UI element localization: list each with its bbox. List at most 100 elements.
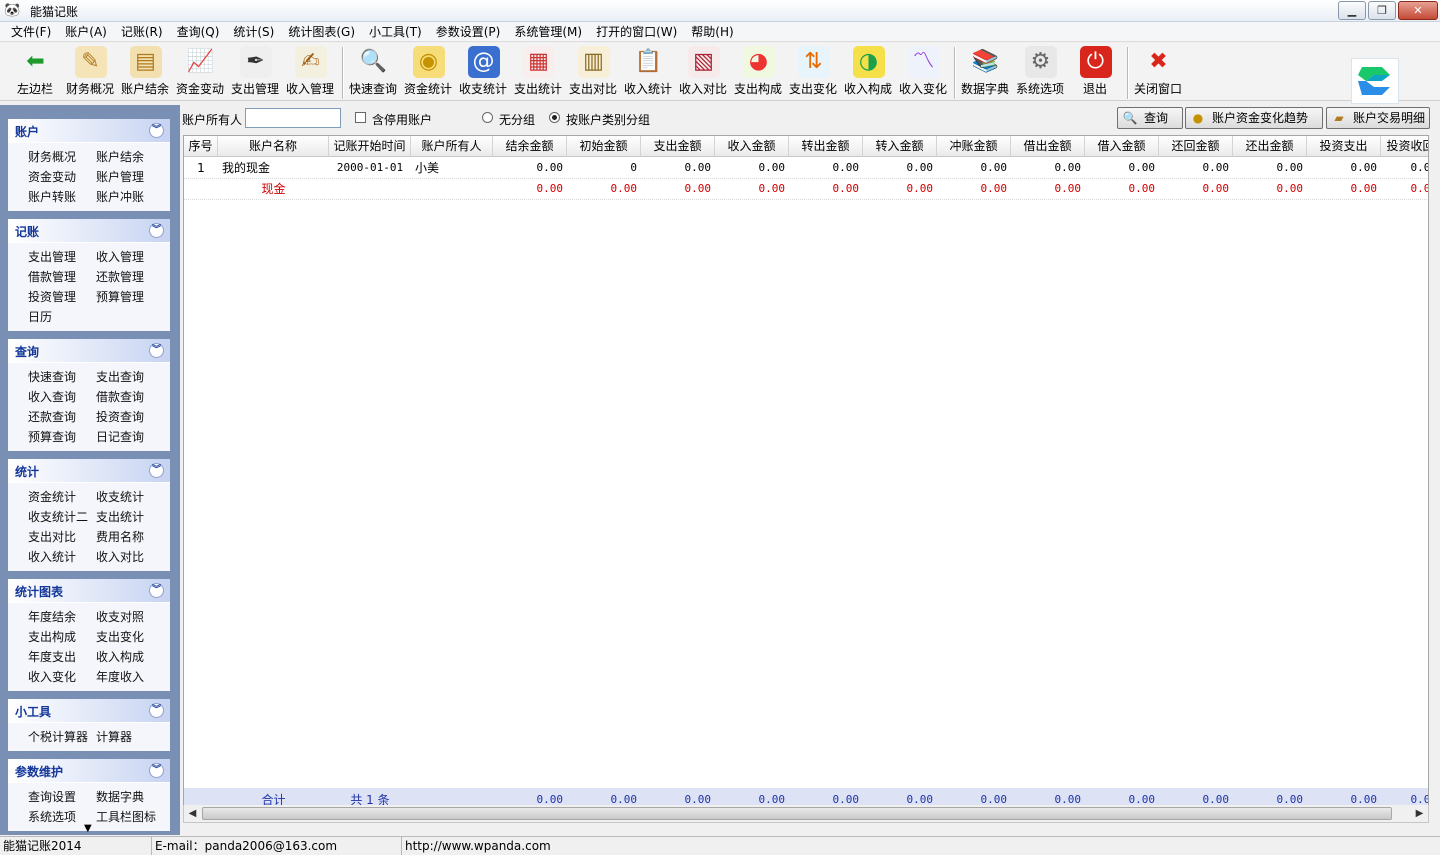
sidebar-item[interactable]: 收支对照 <box>96 609 164 625</box>
sidebar-item[interactable]: 收入管理 <box>96 249 164 265</box>
sidebar-item[interactable]: 还款查询 <box>28 409 96 425</box>
sidebar-item[interactable]: 财务概况 <box>28 149 96 165</box>
column-header[interactable]: 结余金额 <box>493 136 567 157</box>
sidebar-item[interactable]: 收支统计 <box>96 489 164 505</box>
toolbar-button-group1-1[interactable]: ✎ 财务概况 <box>63 45 118 99</box>
menu-item-3[interactable]: 查询(Q) <box>170 22 227 42</box>
toolbar-button-group2-2[interactable]: @ 收支统计 <box>456 45 511 99</box>
toolbar-button-group2-8[interactable]: ⇅ 支出变化 <box>786 45 841 99</box>
sidebar-item[interactable]: 数据字典 <box>96 789 164 805</box>
column-header[interactable]: 借出金额 <box>1011 136 1085 157</box>
scroll-right-icon[interactable]: ▶ <box>1411 805 1428 822</box>
toolbar-button-group2-9[interactable]: ◑ 收入构成 <box>841 45 896 99</box>
menu-item-2[interactable]: 记账(R) <box>114 22 170 42</box>
sidebar-group-header[interactable]: 统计图表 ︾ <box>8 579 170 603</box>
minimize-icon[interactable]: ▁ <box>1338 1 1366 20</box>
toolbar-button-group4-0[interactable]: ✖ 关闭窗口 <box>1131 45 1186 99</box>
sidebar-scroll-down-icon[interactable]: ▼ <box>84 823 92 834</box>
toolbar-button-group3-0[interactable]: 📚 数据字典 <box>958 45 1013 99</box>
toolbar-button-group2-1[interactable]: ◉ 资金统计 <box>401 45 456 99</box>
sidebar-item[interactable]: 账户管理 <box>96 169 164 185</box>
sidebar-item[interactable]: 查询设置 <box>28 789 96 805</box>
sidebar-group-header[interactable]: 小工具 ︾ <box>8 699 170 723</box>
sidebar-item[interactable]: 投资管理 <box>28 289 96 305</box>
sidebar-item[interactable]: 日记查询 <box>96 429 164 445</box>
sidebar-item[interactable]: 资金变动 <box>28 169 96 185</box>
toolbar-button-group1-3[interactable]: 📈 资金变动 <box>173 45 228 99</box>
sidebar-item[interactable]: 收入变化 <box>28 669 96 685</box>
menu-item-8[interactable]: 系统管理(M) <box>507 22 589 42</box>
menu-item-7[interactable]: 参数设置(P) <box>429 22 508 42</box>
balance-trend-button[interactable]: ● 账户资金变化趋势 <box>1185 107 1323 129</box>
menu-item-5[interactable]: 统计图表(G) <box>281 22 362 42</box>
sidebar-item[interactable]: 年度支出 <box>28 649 96 665</box>
table-row[interactable]: 1 我的现金 2000-01-01 小美 0.00 0 0.00 0.00 0.00 0.00 0.… <box>184 158 1428 179</box>
collapse-chevron-icon[interactable]: ︾ <box>149 123 164 138</box>
column-header[interactable]: 转入金额 <box>863 136 937 157</box>
column-header[interactable]: 收入金额 <box>715 136 789 157</box>
sidebar-item[interactable]: 收入对比 <box>96 549 164 565</box>
sidebar-group-header[interactable]: 参数维护 ︾ <box>8 759 170 783</box>
menu-item-1[interactable]: 账户(A) <box>58 22 114 42</box>
toolbar-button-group2-10[interactable]: 〽收入变化 <box>896 45 951 99</box>
toolbar-button-group2-5[interactable]: 📋 收入统计 <box>621 45 676 99</box>
sidebar-item[interactable]: 账户冲账 <box>96 189 164 205</box>
collapse-chevron-icon[interactable]: ︾ <box>149 343 164 358</box>
sidebar-item[interactable]: 账户转账 <box>28 189 96 205</box>
collapse-chevron-icon[interactable]: ︾ <box>149 763 164 778</box>
toolbar-button-group3-2[interactable]: ⏻ 退出 <box>1068 45 1123 99</box>
sidebar-item[interactable]: 个税计算器 <box>28 729 96 745</box>
column-header[interactable]: 记账开始时间 <box>329 136 411 157</box>
maximize-icon[interactable]: ❐ <box>1368 1 1396 20</box>
column-header[interactable]: 序号 <box>184 136 218 157</box>
toolbar-button-group2-4[interactable]: ▥ 支出对比 <box>566 45 621 99</box>
column-header[interactable]: 还出金额 <box>1233 136 1307 157</box>
column-header[interactable]: 支出金额 <box>641 136 715 157</box>
toolbar-button-group1-2[interactable]: ▤ 账户结余 <box>118 45 173 99</box>
sidebar-item[interactable]: 收支统计二 <box>28 509 96 525</box>
collapse-chevron-icon[interactable]: ︾ <box>149 583 164 598</box>
sidebar-item[interactable]: 资金统计 <box>28 489 96 505</box>
toolbar-button-group1-5[interactable]: ✍ 收入管理 <box>283 45 338 99</box>
sidebar-group-header[interactable]: 统计 ︾ <box>8 459 170 483</box>
sidebar-item[interactable]: 借款查询 <box>96 389 164 405</box>
sidebar-item[interactable]: 支出对比 <box>28 529 96 545</box>
column-header[interactable]: 冲账金额 <box>937 136 1011 157</box>
sidebar-item[interactable]: 年度收入 <box>96 669 164 685</box>
scroll-thumb[interactable] <box>202 807 1392 820</box>
sidebar-item[interactable]: 支出变化 <box>96 629 164 645</box>
collapse-chevron-icon[interactable]: ︾ <box>149 463 164 478</box>
sidebar-item[interactable]: 支出构成 <box>28 629 96 645</box>
column-header[interactable]: 投资支出 <box>1307 136 1381 157</box>
toolbar-button-group2-6[interactable]: ▧ 收入对比 <box>676 45 731 99</box>
column-header[interactable]: 借入金额 <box>1085 136 1159 157</box>
horizontal-scrollbar[interactable]: ◀ ▶ <box>183 805 1429 823</box>
owner-input[interactable] <box>245 108 341 128</box>
scroll-left-icon[interactable]: ◀ <box>184 805 201 822</box>
sidebar-item[interactable]: 借款管理 <box>28 269 96 285</box>
include-disabled-checkbox[interactable] <box>355 112 366 123</box>
sidebar-item[interactable]: 日历 <box>28 309 96 325</box>
sidebar-group-header[interactable]: 记账 ︾ <box>8 219 170 243</box>
sidebar-item[interactable]: 投资查询 <box>96 409 164 425</box>
no-group-radio[interactable] <box>482 112 493 123</box>
sidebar-item[interactable]: 年度结余 <box>28 609 96 625</box>
toolbar-button-group2-0[interactable]: 🔍 快速查询 <box>346 45 401 99</box>
toolbar-button-group1-4[interactable]: ✒ 支出管理 <box>228 45 283 99</box>
sidebar-item[interactable]: 预算查询 <box>28 429 96 445</box>
toolbar-button-group1-0[interactable]: ⬅ 左边栏 <box>8 45 63 99</box>
sidebar-item[interactable]: 收入统计 <box>28 549 96 565</box>
account-grid[interactable]: 序号 账户名称 记账开始时间 账户所有人 结余金额 初始金额 支出金额 收入金额 转出金额 转入金… <box>183 135 1429 811</box>
column-header[interactable]: 账户所有人 <box>411 136 493 157</box>
table-subtotal-row[interactable]: 现金 0.00 0.00 0.00 0.00 0.00 0.00 0.00 0.00 0.00 0.… <box>184 179 1428 200</box>
sidebar-item[interactable]: 还款管理 <box>96 269 164 285</box>
sidebar-group-header[interactable]: 查询 ︾ <box>8 339 170 363</box>
sidebar-item[interactable]: 支出查询 <box>96 369 164 385</box>
query-button[interactable]: 🔍 查询 <box>1117 107 1183 129</box>
menu-item-9[interactable]: 打开的窗口(W) <box>589 22 684 42</box>
sidebar-item[interactable]: 支出管理 <box>28 249 96 265</box>
close-icon[interactable]: ✕ <box>1398 1 1438 20</box>
menu-item-0[interactable]: 文件(F) <box>4 22 58 42</box>
column-header[interactable]: 投资收回 <box>1381 136 1428 157</box>
sidebar-item[interactable]: 计算器 <box>96 729 164 745</box>
